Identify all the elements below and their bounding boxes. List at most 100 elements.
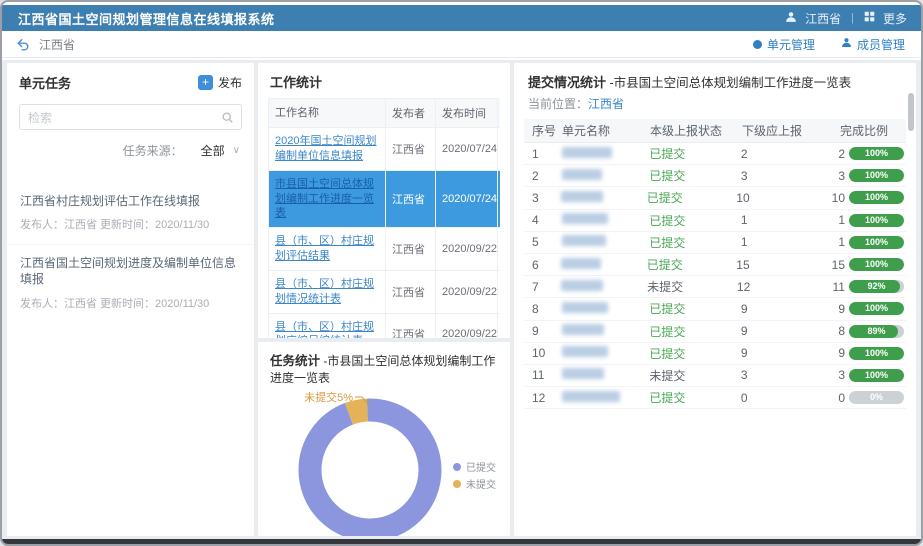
work-name-link[interactable]: 市县国土空间总体规划编制工作进度一览表: [275, 177, 379, 222]
submission-table-row[interactable]: 5已提交11100%: [524, 232, 906, 254]
submission-table-row[interactable]: 10已提交99100%: [524, 343, 906, 365]
app-title: 江西省国土空间规划管理信息在线填报系统: [18, 9, 275, 28]
panel-title-work-stats: 工作统计: [258, 63, 510, 98]
submission-table-row[interactable]: 9已提交9889%: [524, 321, 906, 343]
completion-pill: 100%: [849, 236, 904, 249]
user-icon: [785, 11, 797, 26]
member-management-label: 成员管理: [857, 36, 905, 53]
unit-management-button[interactable]: 单元管理: [753, 36, 815, 53]
submission-table-row[interactable]: 1已提交22100%: [524, 143, 906, 165]
panel-title-task-stats: 任务统计 -市县国土空间总体规划编制工作进度一览表: [258, 342, 510, 388]
breadcrumb[interactable]: 江西省: [39, 36, 75, 53]
current-user[interactable]: 江西省: [805, 10, 841, 27]
work-table-row[interactable]: 市县国土空间总体规划编制工作进度一览表江西省2020/07/24: [268, 171, 500, 229]
work-table-row[interactable]: 县（市、区）村庄规划情况统计表江西省2020/09/22: [268, 271, 500, 314]
search-placeholder: 检索: [20, 109, 52, 126]
submission-title-rest: -市县国土空间总体规划编制工作进度一览表: [606, 76, 851, 90]
task-donut-chart: 未提交5% 已提交95% 已提交 未提交: [258, 388, 509, 536]
sub-due-count: 3: [741, 368, 838, 382]
completion-pill: 100%: [849, 302, 904, 315]
work-name-link[interactable]: 县（市、区）村庄规划情况统计表: [275, 277, 379, 307]
completion-pill: 100%: [849, 147, 904, 160]
submission-table-row[interactable]: 12已提交000%: [524, 387, 906, 409]
work-table-row[interactable]: 县（市、区）村庄规划评估结果江西省2020/09/22: [268, 228, 500, 271]
location-link[interactable]: 江西省: [588, 97, 624, 111]
completion-pill: 100%: [849, 258, 904, 271]
completion-pill: 100%: [849, 347, 904, 360]
done-count: 3: [838, 169, 845, 183]
submission-table-row[interactable]: 3已提交1010100%: [524, 187, 906, 209]
sub-due-count: 2: [741, 147, 838, 161]
report-status: 已提交: [649, 234, 741, 251]
completion-pill: 100%: [849, 369, 904, 382]
more-menu[interactable]: 更多: [883, 10, 907, 27]
publish-button[interactable]: + 发布: [198, 74, 242, 91]
back-icon[interactable]: [16, 38, 30, 51]
sub-due-count: 15: [736, 258, 831, 272]
member-icon: [841, 37, 852, 51]
sub-due-count: 0: [741, 391, 838, 405]
completion-pill: 92%: [849, 280, 904, 293]
member-management-button[interactable]: 成员管理: [841, 36, 905, 53]
title-bar: 江西省国土空间规划管理信息在线填报系统 江西省 | 更多: [2, 5, 921, 31]
unit-name-redacted: [562, 235, 606, 246]
unit-index: 3: [524, 191, 561, 205]
task-meta: 发布人：江西省 更新时间：2020/11/30: [20, 295, 241, 311]
work-publish-date: 2020/09/22: [442, 328, 497, 338]
col-unit-name: 单元名称: [562, 122, 650, 139]
work-publisher: 江西省: [392, 141, 425, 157]
middle-column: 工作统计 工作名称 发布者 发布时间 2020年国土空间规划编制单位信息填报江西…: [258, 63, 510, 536]
done-count: 2: [838, 147, 845, 161]
col-publisher: 发布者: [386, 99, 436, 127]
window-bottom-edge: [2, 539, 921, 544]
current-location: 当前位置：江西省: [514, 92, 916, 119]
submission-title-bold: 提交情况统计: [528, 75, 606, 90]
scrollbar-thumb[interactable]: [908, 93, 914, 131]
unit-name-redacted: [562, 324, 604, 335]
unit-name-redacted: [561, 191, 603, 202]
task-title: 江西省国土空间规划进度及编制单位信息填报: [20, 255, 241, 287]
sub-due-count: 3: [741, 169, 838, 183]
completion-percent: 100%: [849, 191, 904, 204]
unit-index: 9: [524, 324, 562, 338]
work-name-link[interactable]: 县（市、区）村庄规划应编尽编统计表: [275, 320, 379, 338]
work-name-link[interactable]: 县（市、区）村庄规划评估结果: [275, 234, 379, 264]
location-label: 当前位置：: [528, 97, 588, 111]
main-content: 单元任务 + 发布 检索 任务来源： 全部 ∨ 江西省村庄规划评估工作在线填报发…: [2, 60, 921, 539]
completion-percent: 100%: [849, 302, 904, 315]
task-stats-panel: 任务统计 -市县国土空间总体规划编制工作进度一览表 未提交5% 已提交95% 已…: [258, 342, 510, 536]
task-source-select[interactable]: 全部: [201, 142, 225, 159]
completion-pill: 100%: [849, 191, 904, 204]
work-table-header: 工作名称 发布者 发布时间: [268, 99, 500, 128]
search-input[interactable]: 检索: [19, 104, 242, 130]
submission-stats-panel: 提交情况统计 -市县国土空间总体规划编制工作进度一览表 当前位置：江西省 序号 …: [514, 63, 916, 536]
submission-table-row[interactable]: 2已提交33100%: [524, 165, 906, 187]
work-name-link[interactable]: 2020年国土空间规划编制单位信息填报: [275, 134, 379, 164]
app-window: 江西省国土空间规划管理信息在线填报系统 江西省 | 更多 江西省 单元管理: [0, 0, 923, 546]
completion-percent: 100%: [849, 347, 904, 360]
panel-title-submission: 提交情况统计 -市县国土空间总体规划编制工作进度一览表: [514, 63, 916, 92]
task-list-item[interactable]: 江西省村庄规划评估工作在线填报发布人：江西省 更新时间：2020/11/30: [7, 183, 254, 244]
col-completion: 完成比例: [840, 122, 906, 139]
done-count: 15: [832, 258, 845, 272]
submission-table-row[interactable]: 4已提交11100%: [524, 210, 906, 232]
unit-index: 2: [524, 169, 562, 183]
submission-table-row[interactable]: 7未提交121192%: [524, 276, 906, 298]
unit-index: 8: [524, 302, 562, 316]
submission-table-row[interactable]: 8已提交99100%: [524, 298, 906, 320]
report-status: 已提交: [647, 256, 737, 273]
submission-table-row[interactable]: 11未提交33100%: [524, 365, 906, 387]
task-title: 江西省村庄规划评估工作在线填报: [20, 193, 241, 209]
work-table-row[interactable]: 县（市、区）村庄规划应编尽编统计表江西省2020/09/22: [268, 314, 500, 338]
submission-table-row[interactable]: 6已提交1515100%: [524, 254, 906, 276]
task-list-item[interactable]: 江西省国土空间规划进度及编制单位信息填报发布人：江西省 更新时间：2020/11…: [7, 244, 254, 322]
work-table-row[interactable]: 2020年国土空间规划编制单位信息填报江西省2020/07/24: [268, 128, 500, 171]
sub-due-count: 1: [741, 213, 838, 227]
unit-name-redacted: [562, 302, 608, 313]
chevron-down-icon: ∨: [233, 145, 240, 156]
report-status: 已提交: [647, 189, 737, 206]
col-sub-due: 下级应上报: [742, 122, 840, 139]
panel-title-unit-tasks: 单元任务: [19, 73, 71, 92]
completion-percent: 92%: [849, 280, 904, 293]
unit-index: 7: [524, 280, 561, 294]
